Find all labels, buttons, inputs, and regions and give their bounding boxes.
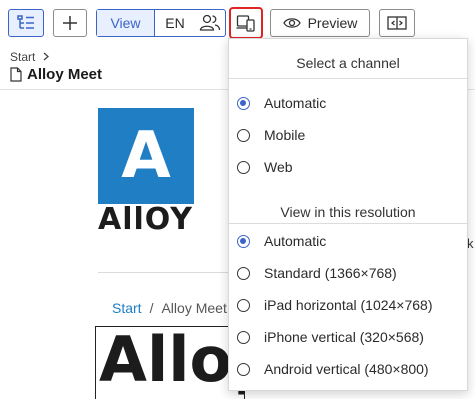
logo-wordmark: AllOY <box>98 202 193 237</box>
option-label: Mobile <box>264 127 306 143</box>
radio-button[interactable] <box>237 96 250 110</box>
content-breadcrumb-start[interactable]: Start <box>112 300 142 316</box>
channel-heading: Select a channel <box>296 55 400 71</box>
resolution-option-ipad-horizontal[interactable]: iPad horizontal (1024×768) <box>237 294 433 316</box>
page-title-text: Alloy Meet <box>27 66 103 83</box>
resolution-heading: View in this resolution <box>280 204 416 220</box>
view-mode-group: View EN <box>96 9 226 37</box>
page-title: Alloy Meet <box>10 66 102 83</box>
preview-label: Preview <box>307 15 358 31</box>
add-button[interactable] <box>53 9 87 37</box>
view-button[interactable]: View <box>97 10 155 36</box>
option-label: Web <box>264 159 293 175</box>
resolution-separator <box>229 223 467 224</box>
content-breadcrumb: Start / Alloy Meet <box>112 300 227 316</box>
radio-button[interactable] <box>237 234 250 248</box>
resize-icon <box>387 16 407 30</box>
alloy-logo: A <box>98 108 194 204</box>
channel-separator <box>229 78 467 79</box>
device-preview-button[interactable] <box>229 7 263 39</box>
option-label: Standard (1366×768) <box>264 265 397 281</box>
option-label: iPhone vertical (320×568) <box>264 329 424 345</box>
option-label: Automatic <box>264 95 327 111</box>
eye-icon <box>282 18 301 28</box>
resize-button[interactable] <box>379 9 415 37</box>
radio-button[interactable] <box>237 128 250 142</box>
channel-option-web[interactable]: Web <box>237 156 293 178</box>
content-breadcrumb-separator: / <box>149 300 154 316</box>
option-label: Automatic <box>264 233 327 249</box>
chevron-right-icon <box>43 52 49 61</box>
logo-letter: A <box>121 119 171 193</box>
navigation-pane-button[interactable] <box>8 9 44 37</box>
resolution-option-standard[interactable]: Standard (1366×768) <box>237 262 397 284</box>
channel-option-automatic[interactable]: Automatic <box>237 92 326 114</box>
option-label: Android vertical (480×800) <box>264 361 429 377</box>
breadcrumb[interactable]: Start <box>10 50 50 64</box>
radio-button[interactable] <box>237 362 250 376</box>
content-breadcrumb-current: Alloy Meet <box>161 300 227 316</box>
language-selector[interactable]: EN <box>155 10 195 36</box>
visitor-groups-button[interactable] <box>195 10 225 36</box>
resolution-option-automatic[interactable]: Automatic <box>237 230 326 252</box>
tree-view-icon <box>17 15 34 29</box>
channel-resolution-dropdown: Select a channel Automatic Mobile Web Vi… <box>228 38 468 391</box>
radio-button[interactable] <box>237 266 250 280</box>
plus-icon <box>63 16 77 30</box>
breadcrumb-start[interactable]: Start <box>10 50 35 64</box>
heading-block[interactable]: Alloy <box>95 326 245 399</box>
channel-option-mobile[interactable]: Mobile <box>237 124 305 146</box>
radio-button[interactable] <box>237 160 250 174</box>
device-icon <box>236 15 255 32</box>
radio-button[interactable] <box>237 298 250 312</box>
radio-button[interactable] <box>237 330 250 344</box>
page-heading: Alloy <box>99 326 244 396</box>
option-label: iPad horizontal (1024×768) <box>264 297 433 313</box>
resolution-option-iphone-vertical[interactable]: iPhone vertical (320×568) <box>237 326 424 348</box>
resolution-option-android-vertical[interactable]: Android vertical (480×800) <box>237 358 429 380</box>
people-icon <box>199 14 221 31</box>
page-icon <box>10 67 22 82</box>
preview-button[interactable]: Preview <box>270 9 370 37</box>
content-divider <box>98 272 238 273</box>
